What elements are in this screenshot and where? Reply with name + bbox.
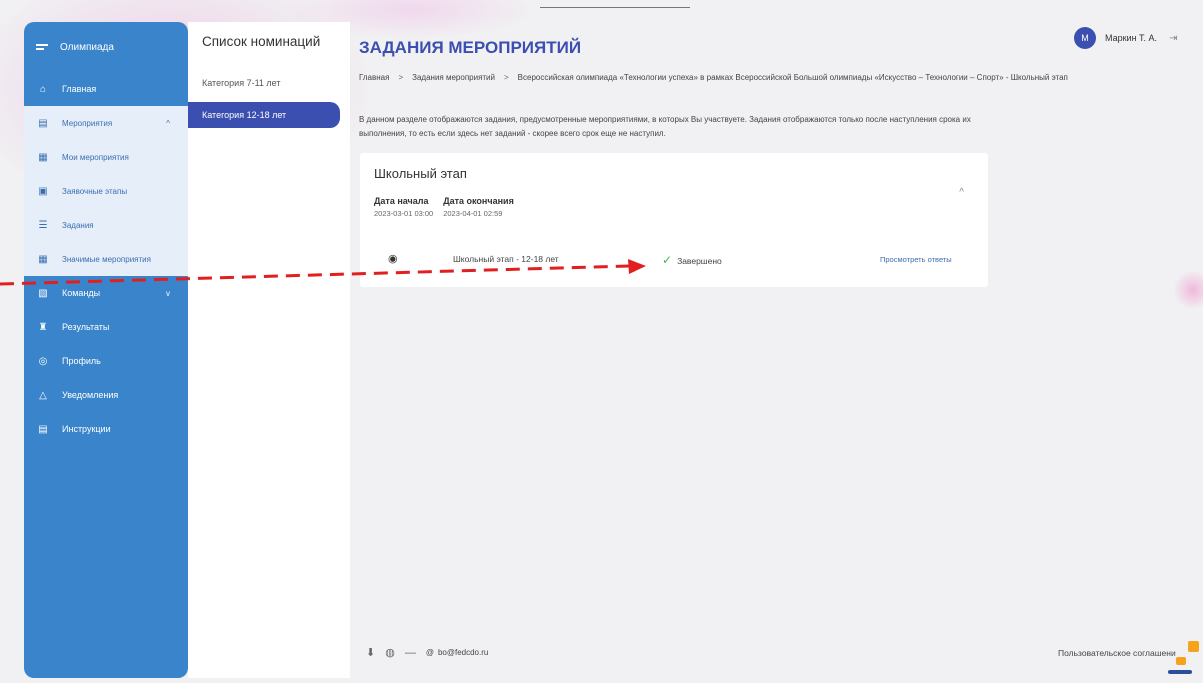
- calendar-icon: ▤: [38, 117, 48, 129]
- user-menu[interactable]: М Маркин Т. А. ⇥: [1074, 27, 1177, 49]
- checkmark-icon: ✓: [662, 253, 673, 267]
- breadcrumb: Главная > Задания мероприятий > Всероссийска…: [359, 73, 1068, 82]
- footer: ⬇ ◍ — @ bo@fedcdo.ru: [366, 646, 488, 660]
- collapse-chevron-icon[interactable]: ^: [959, 187, 964, 198]
- sidebar-item-events[interactable]: ▤ Мероприятия ^: [24, 106, 188, 140]
- end-date: Дата окончания 2023-04-01 02:59: [443, 196, 514, 218]
- dash-separator: —: [404, 646, 416, 659]
- sidebar-item-label: Заявочные этапы: [62, 186, 128, 196]
- logout-icon[interactable]: ⇥: [1169, 33, 1177, 44]
- sidebar-item-label: Мои мероприятия: [62, 152, 129, 162]
- nominations-title: Список номинаций: [202, 34, 321, 49]
- sidebar-item-label: Результаты: [62, 322, 110, 332]
- brand-label: Олимпиада: [60, 41, 114, 53]
- avatar[interactable]: М: [1074, 27, 1096, 49]
- sidebar-item-my-events[interactable]: ▦ Мои мероприятия: [24, 140, 188, 174]
- sidebar-item-tasks[interactable]: ☰ Задания: [24, 208, 188, 242]
- sidebar-item-application-stages[interactable]: ▣ Заявочные этапы: [24, 174, 188, 208]
- annotation-arrow: [0, 259, 646, 286]
- menu-icon[interactable]: [36, 42, 48, 52]
- top-divider: [540, 7, 690, 8]
- decor-bar: [1168, 670, 1192, 674]
- sidebar-item-label: Инструкции: [62, 424, 111, 434]
- decor-square: [1176, 657, 1186, 665]
- chevron-down-icon[interactable]: v: [166, 289, 170, 298]
- sidebar-item-profile[interactable]: ◎ Профиль: [24, 344, 188, 378]
- sidebar-item-label: Задания: [62, 220, 94, 230]
- user-name[interactable]: Маркин Т. А.: [1105, 33, 1157, 43]
- breadcrumb-separator: >: [504, 73, 509, 82]
- chevron-up-icon[interactable]: ^: [166, 119, 170, 128]
- task-status: ✓ Завершено: [662, 253, 722, 267]
- sidebar-item-label: Мероприятия: [62, 118, 113, 128]
- document-icon: ▤: [38, 423, 48, 435]
- globe-icon[interactable]: ◍: [385, 646, 395, 659]
- contact-email[interactable]: bo@fedcdo.ru: [438, 648, 488, 657]
- task-status-label: Завершено: [677, 256, 722, 266]
- sidebar-item-label: Команды: [62, 288, 101, 298]
- user-agreement-link[interactable]: Пользовательское соглашение: [1058, 648, 1176, 658]
- calendar-icon: ▦: [38, 151, 48, 163]
- sidebar-item-notifications[interactable]: △ Уведомления: [24, 378, 188, 412]
- trophy-icon: ♜: [38, 321, 48, 333]
- sidebar-item-label: Профиль: [62, 356, 101, 366]
- end-date-label: Дата окончания: [443, 196, 514, 206]
- start-date: Дата начала 2023-03-01 03:00: [374, 196, 433, 218]
- stage-title: Школьный этап: [374, 166, 467, 181]
- bell-icon: △: [39, 389, 47, 401]
- sidebar-item-instructions[interactable]: ▤ Инструкции: [24, 412, 188, 446]
- list-icon: ☰: [38, 219, 48, 231]
- view-answers-link[interactable]: Просмотреть ответы: [880, 255, 952, 264]
- sidebar-item-label: Уведомления: [62, 390, 119, 400]
- breadcrumb-current: Всероссийская олимпиада «Технологии успе…: [517, 73, 1068, 82]
- end-date-value: 2023-04-01 02:59: [443, 209, 503, 218]
- decor-square: [1188, 641, 1199, 652]
- sidebar-item-results[interactable]: ♜ Результаты: [24, 310, 188, 344]
- sidebar-item-label: Главная: [62, 84, 97, 94]
- email-at-icon: @: [425, 648, 434, 657]
- page-description: В данном разделе отображаются задания, п…: [359, 115, 971, 138]
- start-date-value: 2023-03-01 03:00: [374, 209, 434, 218]
- breadcrumb-tasks[interactable]: Задания мероприятий: [412, 73, 495, 82]
- profile-icon: ◎: [38, 355, 48, 367]
- stage-dates: Дата начала 2023-03-01 03:00 Дата оконча…: [374, 196, 514, 218]
- nomination-item-7-11[interactable]: Категория 7-11 лет: [202, 78, 281, 88]
- breadcrumb-separator: >: [398, 73, 404, 82]
- form-icon: ▣: [38, 185, 48, 197]
- download-icon[interactable]: ⬇: [366, 646, 375, 659]
- sidebar-header[interactable]: Олимпиада: [24, 22, 188, 72]
- sidebar: Олимпиада ⌂ Главная ▤ Мероприятия ^ ▦ Мо…: [24, 22, 188, 678]
- start-date-label: Дата начала: [374, 196, 429, 206]
- breadcrumb-home[interactable]: Главная: [359, 73, 389, 82]
- events-group: ▤ Мероприятия ^ ▦ Мои мероприятия ▣ Заяв…: [24, 106, 188, 276]
- nomination-item-12-18[interactable]: Категория 12-18 лет: [188, 102, 340, 128]
- team-icon: ▧: [38, 287, 48, 299]
- sidebar-item-home[interactable]: ⌂ Главная: [24, 72, 188, 106]
- nominations-panel: Список номинаций Категория 7-11 лет Кате…: [188, 22, 350, 678]
- page-title: ЗАДАНИЯ МЕРОПРИЯТИЙ: [359, 38, 582, 57]
- home-icon: ⌂: [39, 83, 47, 95]
